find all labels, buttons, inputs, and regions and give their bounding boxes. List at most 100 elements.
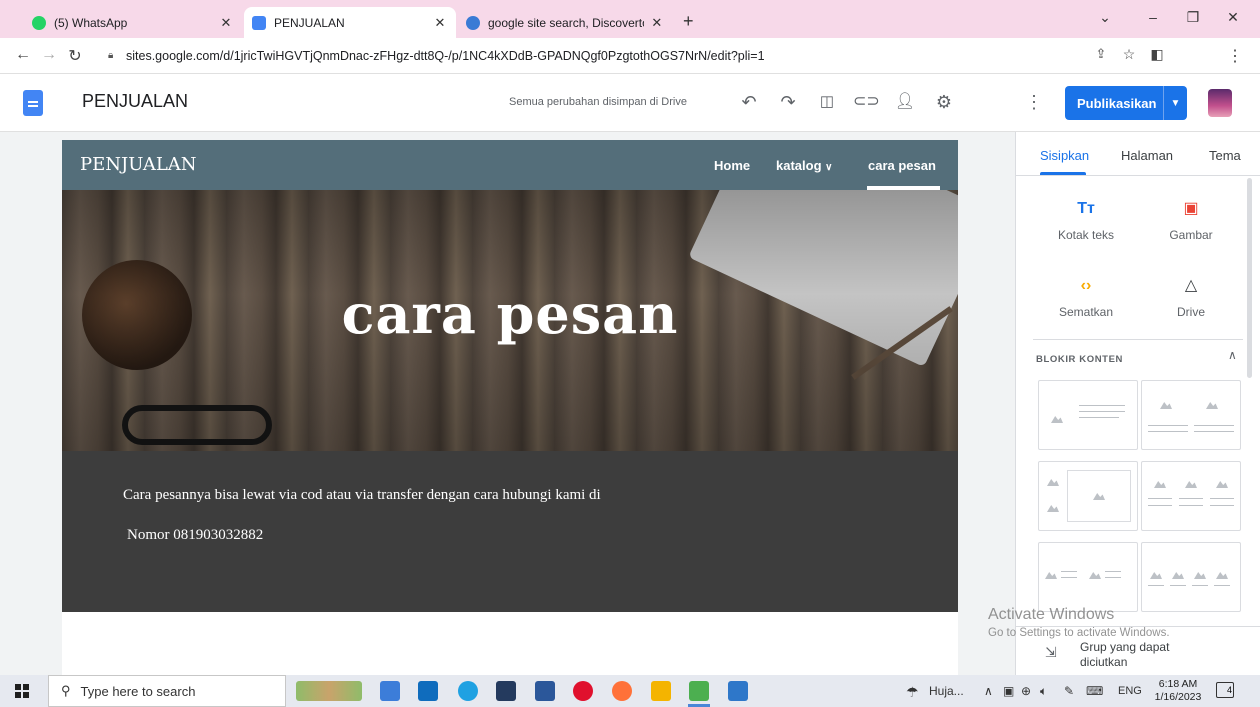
settings-gear-icon[interactable]: ⚙ [932,90,956,114]
close-tab-icon[interactable]: ✕ [650,15,664,31]
bookmark-star-icon[interactable]: ☆ [1118,46,1140,63]
content-block-layout[interactable] [1038,380,1138,450]
insert-link-icon[interactable]: ⊂⊃ [853,90,880,114]
content-blocks-header: BLOKIR KONTEN [1036,354,1123,365]
volume-icon[interactable]: 🔈︎ [1040,684,1047,699]
search-highlight-image-icon[interactable] [296,681,362,701]
side-panel-icon[interactable]: ◧ [1146,46,1168,63]
language-indicator[interactable]: ENG [1118,685,1142,697]
address-bar-row: ← → ↻ 🔒︎ sites.google.com/d/1jricTwiHGVT… [0,38,1260,102]
panel-scrollbar[interactable] [1247,178,1252,378]
mail-icon[interactable] [418,681,438,701]
panel-section-divider [1033,339,1243,340]
task-view-icon[interactable] [380,681,400,701]
content-block-layout[interactable] [1038,542,1138,612]
share-with-others-icon[interactable]: 👤︎ [893,90,917,114]
hero-title[interactable]: cara pesan [62,282,958,346]
nav-link-cara-pesan[interactable]: cara pesan [868,158,936,173]
drive-icon: △ [1184,277,1198,294]
close-window-icon[interactable]: ✕ [1218,9,1248,26]
chrome-icon[interactable] [689,681,709,701]
url-bar[interactable]: 🔒︎ sites.google.com/d/1jricTwiHGVTjQnmDn… [108,43,1188,69]
panel-tab-divider [1016,175,1260,176]
google-sites-logo-icon[interactable] [23,90,43,116]
show-hidden-icons-chevron-icon[interactable]: ∧ [984,684,993,698]
nav-link-home[interactable]: Home [714,158,750,173]
content-block-layout[interactable] [1141,542,1241,612]
store-icon[interactable] [496,681,516,701]
clock[interactable]: 6:18 AM 1/16/2023 [1153,678,1203,704]
publish-dropdown-icon[interactable]: ▼ [1164,98,1187,109]
minimize-icon[interactable]: – [1138,9,1168,25]
nav-link-katalog[interactable]: katalog ∨ [776,158,832,173]
taskbar-search-box[interactable]: ⚲ Type here to search [48,675,286,707]
user-avatar[interactable] [1208,89,1232,117]
image-placeholder-icon [1051,416,1063,423]
tab-google-site-search[interactable]: google site search, Discovertoda ✕ [458,7,672,38]
paragraph-phone-number[interactable]: Nomor 081903032882 [127,527,263,544]
edge-icon[interactable] [458,681,478,701]
forward-arrow-icon[interactable]: → [38,46,60,64]
file-explorer-icon[interactable] [651,681,671,701]
tab-tema[interactable]: Tema [1209,148,1241,163]
hero-banner[interactable]: cara pesan [62,190,958,451]
url-text: sites.google.com/d/1jricTwiHGVTjQnmDnac-… [126,49,765,63]
keyboard-icon[interactable]: ⌨ [1086,684,1103,698]
weather-label[interactable]: Huja... [929,684,964,698]
image-placeholder-icon [1206,402,1218,409]
browser-tab-strip: (5) WhatsApp ✕ PENJUALAN ✕ google site s… [0,0,1260,38]
close-tab-icon[interactable]: ✕ [218,15,234,31]
tab-halaman[interactable]: Halaman [1121,148,1173,163]
windows-start-icon[interactable] [15,684,29,698]
insert-drive-button[interactable]: △ Drive [1141,275,1241,319]
text-line [1061,577,1077,578]
meet-now-icon[interactable]: ▣ [1003,684,1014,698]
site-document-title[interactable]: PENJUALAN [82,91,188,112]
collapse-chevron-up-icon[interactable]: ∧ [1228,348,1237,362]
reload-icon[interactable]: ↻ [64,46,86,66]
collapsible-group-button[interactable]: Grup yang dapat diciutkan [1080,640,1190,670]
restore-icon[interactable]: ❐ [1178,9,1208,26]
weather-icon[interactable]: ☂ [906,684,919,701]
text-line [1148,498,1172,499]
redo-icon[interactable]: ↷ [776,90,800,114]
undo-icon[interactable]: ↶ [737,90,761,114]
clock-time: 6:18 AM [1158,678,1198,690]
photos-icon[interactable] [728,681,748,701]
preview-icon[interactable]: ◫ [815,90,839,114]
firefox-icon[interactable] [612,681,632,701]
sites-editor-header: PENJUALAN Semua perubahan disimpan di Dr… [0,74,1260,132]
site-name[interactable]: PENJUALAN [80,154,197,175]
tab-whatsapp[interactable]: (5) WhatsApp ✕ [24,7,242,38]
text-line [1148,431,1188,432]
new-tab-button[interactable]: + [683,11,694,32]
content-section[interactable]: Cara pesannya bisa lewat via cod atau vi… [62,451,958,612]
text-line [1210,498,1234,499]
content-block-layout[interactable] [1141,461,1241,531]
tab-penjualan[interactable]: PENJUALAN ✕ [244,7,456,38]
paragraph-order-method[interactable]: Cara pesannya bisa lewat via cod atau vi… [123,487,601,504]
tool-label: Gambar [1169,228,1213,242]
back-arrow-icon[interactable]: ← [12,46,34,64]
pen-icon[interactable]: ✎ [1064,684,1074,698]
clock-date: 1/16/2023 [1154,691,1202,703]
image-placeholder-icon [1047,505,1059,512]
insert-image-button[interactable]: ▣ Gambar [1141,198,1241,242]
publish-button[interactable]: Publikasikan ▼ [1065,86,1187,120]
opera-icon[interactable] [573,681,593,701]
content-block-layout[interactable] [1038,461,1138,531]
tab-search-chevron-icon[interactable]: ⌄ [1090,9,1120,26]
insert-text-box-button[interactable]: Tт Kotak teks [1036,198,1136,242]
text-line [1061,571,1077,572]
more-options-icon[interactable]: ⋮ [1022,90,1046,114]
browser-menu-icon[interactable]: ⋮ [1224,46,1246,66]
content-block-layout[interactable] [1141,380,1241,450]
close-tab-icon[interactable]: ✕ [432,15,448,31]
share-icon[interactable]: ⇪ [1090,46,1112,62]
word-icon[interactable] [535,681,555,701]
image-placeholder-icon [1194,572,1206,579]
insert-embed-button[interactable]: ‹› Sematkan [1036,275,1136,319]
tab-sisipkan[interactable]: Sisipkan [1040,148,1089,163]
network-icon[interactable]: ⊕ [1021,684,1031,698]
notification-center-icon[interactable]: 4 [1216,682,1234,698]
